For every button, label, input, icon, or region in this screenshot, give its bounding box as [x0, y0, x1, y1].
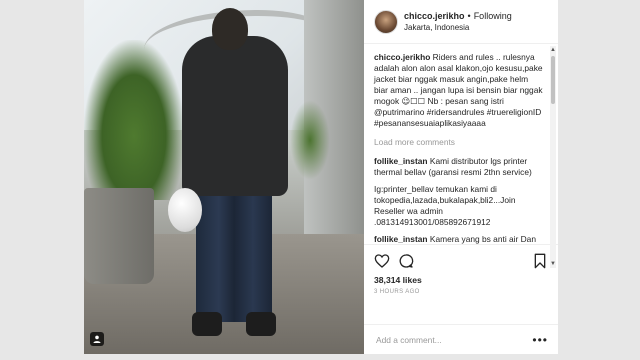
header-username[interactable]: chicco.jerikho — [404, 11, 465, 21]
post-modal: chicco.jerikho • Following Jakarta, Indone… — [84, 0, 558, 354]
photo-helmet — [168, 188, 202, 232]
post-header: chicco.jerikho • Following Jakarta, Indone… — [364, 0, 558, 44]
post-timestamp: 3 HOURS AGO — [374, 289, 420, 295]
comment-text: Ig:printer_bellav temukan kami di tokope… — [374, 184, 516, 227]
photo-shoe-left — [192, 312, 222, 336]
location-link[interactable]: Jakarta, Indonesia — [404, 22, 512, 34]
likes-count[interactable]: 38,314 likes — [374, 275, 548, 285]
action-icons — [374, 251, 548, 271]
bookmark-icon[interactable] — [532, 253, 548, 269]
post-sidebar: chicco.jerikho • Following Jakarta, Indone… — [364, 0, 558, 354]
photo-pot — [84, 188, 154, 284]
more-options-icon[interactable]: ••• — [532, 333, 548, 347]
comment-username[interactable]: chicco.jerikho — [374, 52, 430, 62]
header-text: chicco.jerikho • Following Jakarta, Indone… — [404, 9, 512, 34]
comment-username[interactable]: follike_instan — [374, 234, 428, 244]
photo-person-legs — [196, 190, 272, 322]
comment-item: Ig:printer_bellav temukan kami di tokope… — [374, 184, 544, 228]
comment-icon[interactable] — [398, 253, 414, 269]
comment-username[interactable]: follike_instan — [374, 156, 428, 166]
scroll-up-arrow-icon[interactable]: ▲ — [550, 46, 556, 54]
scrollbar-thumb[interactable] — [551, 56, 555, 104]
comment-item: follike_instan Kamera yang bs anti air D… — [374, 234, 544, 244]
avatar[interactable] — [374, 9, 398, 34]
comment-item: follike_instan Kami distributor lgs prin… — [374, 156, 544, 178]
caption-comment: chicco.jerikho Riders and rules .. rules… — [374, 52, 544, 129]
scroll-down-arrow-icon[interactable]: ▼ — [550, 260, 556, 268]
header-separator: • — [467, 11, 471, 21]
photo-person-jacket — [182, 36, 288, 196]
post-photo[interactable] — [84, 0, 364, 354]
load-more-comments[interactable]: Load more comments — [374, 137, 544, 148]
add-comment-input[interactable] — [374, 333, 533, 346]
comments-scrollbar[interactable]: ▲ ▼ — [550, 46, 556, 268]
following-button[interactable]: Following — [474, 11, 512, 21]
user-tag-icon[interactable] — [90, 332, 104, 346]
photo-plant — [84, 40, 184, 200]
photo-shoe-right — [246, 312, 276, 336]
photo-person-head — [212, 8, 248, 50]
add-comment-bar: ••• — [364, 324, 558, 354]
comment-text: Riders and rules .. rulesnya adalah alon… — [374, 52, 543, 128]
heart-icon[interactable] — [374, 253, 390, 269]
comments-list[interactable]: chicco.jerikho Riders and rules .. rules… — [364, 44, 558, 244]
photo-plant-small — [290, 100, 330, 180]
post-actions: 38,314 likes 3 HOURS AGO — [364, 244, 558, 324]
